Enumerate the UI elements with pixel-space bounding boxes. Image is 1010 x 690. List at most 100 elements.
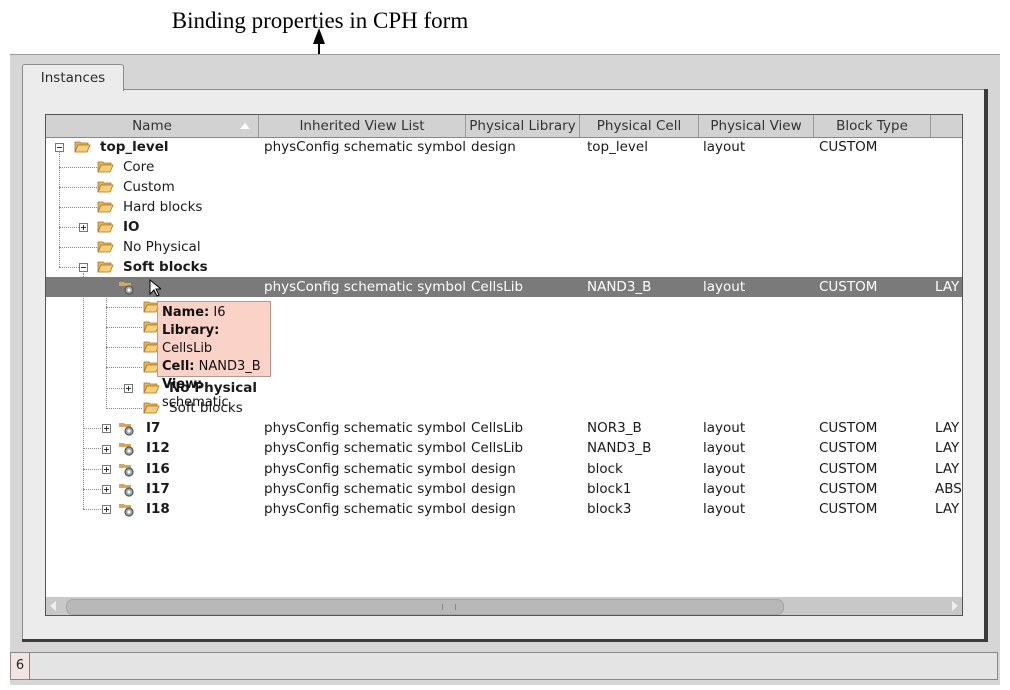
instance-tooltip: Name: I6 Library: CellsLib Cell: NAND3_B…: [157, 301, 271, 410]
table-row[interactable]: I7 physConfig schematic symbol CellsLib …: [46, 418, 962, 438]
row-name: top_level: [100, 139, 169, 155]
row-block-type: CUSTOM: [819, 279, 878, 295]
row-name: No Physical: [123, 239, 201, 255]
table-row-selected[interactable]: physConfig schematic symbol CellsLib NAN…: [46, 277, 962, 297]
row-name: Custom: [123, 179, 175, 195]
horizontal-scrollbar[interactable]: [46, 597, 962, 615]
row-physical-view: layout: [703, 440, 746, 456]
scroll-right-icon[interactable]: [952, 601, 958, 611]
table-row[interactable]: Custom: [46, 177, 962, 197]
row-physical-library: design: [471, 139, 516, 155]
row-view-list: physConfig schematic symbol: [264, 501, 467, 517]
sort-ascending-icon: [240, 123, 250, 129]
row-name: IO: [123, 219, 140, 235]
scrollbar-thumb[interactable]: [66, 599, 784, 615]
row-physical-cell: block1: [587, 481, 632, 497]
instance-gear-icon: [119, 423, 134, 436]
panel-shadow-right: [984, 89, 988, 642]
row-extra: LAY: [935, 501, 960, 517]
row-view-list: physConfig schematic symbol: [264, 279, 467, 295]
row-view-list: physConfig schematic symbol: [264, 440, 467, 456]
open-folder-icon: [97, 261, 114, 273]
column-header-physical-view[interactable]: Physical View: [699, 115, 814, 137]
open-folder-icon: [143, 402, 160, 414]
row-physical-view: layout: [703, 279, 746, 295]
row-name: I18: [146, 501, 170, 517]
row-physical-cell: NAND3_B: [587, 279, 652, 295]
column-header-inherited-view-list[interactable]: Inherited View List: [259, 115, 466, 137]
instance-gear-icon: [119, 464, 134, 477]
row-view-list: physConfig schematic symbol: [264, 461, 467, 477]
row-physical-view: layout: [703, 461, 746, 477]
scroll-left-icon[interactable]: [50, 601, 56, 611]
tab-instances[interactable]: Instances: [22, 64, 124, 91]
column-header-physical-cell[interactable]: Physical Cell: [580, 115, 699, 137]
row-view-list: physConfig schematic symbol: [264, 481, 467, 497]
open-folder-icon: [97, 161, 114, 173]
row-extra: LAY: [935, 279, 960, 295]
table-row[interactable]: top_level physConfig schematic symbol de…: [46, 137, 962, 157]
row-physical-library: CellsLib: [471, 440, 524, 456]
row-physical-library: design: [471, 501, 516, 517]
instance-gear-icon: [119, 484, 134, 497]
instance-gear-icon: [119, 443, 134, 456]
open-folder-icon: [74, 141, 91, 153]
row-physical-library: design: [471, 461, 516, 477]
row-physical-cell: NAND3_B: [587, 440, 652, 456]
table-row[interactable]: IO: [46, 217, 962, 237]
row-name: I7: [146, 420, 161, 436]
column-header-extra[interactable]: [931, 115, 962, 137]
column-header-physical-library[interactable]: Physical Library: [466, 115, 580, 137]
instance-gear-icon: [119, 504, 134, 517]
row-physical-cell: top_level: [587, 139, 648, 155]
row-name: Soft blocks: [123, 259, 208, 275]
row-extra: ABS: [935, 481, 962, 497]
status-bar: 6: [10, 652, 998, 680]
row-physical-library: CellsLib: [471, 279, 524, 295]
column-header-block-type[interactable]: Block Type: [814, 115, 931, 137]
table-row[interactable]: No Physical: [46, 237, 962, 257]
open-folder-icon: [97, 201, 114, 213]
row-block-type: CUSTOM: [819, 139, 878, 155]
open-folder-icon: [143, 382, 160, 394]
row-physical-cell: NOR3_B: [587, 420, 642, 436]
row-extra: LAY: [935, 461, 960, 477]
row-block-type: CUSTOM: [819, 501, 878, 517]
row-physical-view: layout: [703, 420, 746, 436]
row-block-type: CUSTOM: [819, 461, 878, 477]
row-name: I12: [146, 440, 170, 456]
instance-gear-icon: [119, 282, 134, 295]
row-block-type: CUSTOM: [819, 420, 878, 436]
row-block-type: CUSTOM: [819, 481, 878, 497]
table-row[interactable]: I17 physConfig schematic symbol design b…: [46, 479, 962, 499]
row-name: Core: [123, 159, 155, 175]
row-physical-library: design: [471, 481, 516, 497]
table-row[interactable]: Core: [46, 157, 962, 177]
tooltip-cell-line: Cell: NAND3_B: [162, 359, 261, 374]
row-name: I17: [146, 481, 170, 497]
row-physical-view: layout: [703, 481, 746, 497]
tooltip-view-line: View: schematic: [162, 377, 229, 410]
open-folder-icon: [97, 221, 114, 233]
open-folder-icon: [97, 181, 114, 193]
table-header: Name Inherited View List Physical Librar…: [46, 115, 962, 138]
table-row[interactable]: I12 physConfig schematic symbol CellsLib…: [46, 438, 962, 458]
column-header-name[interactable]: Name: [46, 115, 259, 137]
table-row[interactable]: Soft blocks: [46, 257, 962, 277]
row-extra: LAY: [935, 420, 960, 436]
table-row[interactable]: Hard blocks: [46, 197, 962, 217]
row-physical-cell: block3: [587, 501, 632, 517]
tooltip-name-line: Name: I6: [162, 305, 226, 320]
row-block-type: CUSTOM: [819, 440, 878, 456]
table-row[interactable]: I16 physConfig schematic symbol design b…: [46, 459, 962, 479]
row-extra: LAY: [935, 440, 960, 456]
row-name: I16: [146, 461, 170, 477]
grip-icon: [442, 604, 456, 610]
panel-shadow-bottom: [22, 639, 988, 642]
row-physical-cell: block: [587, 461, 623, 477]
row-view-list: physConfig schematic symbol: [264, 139, 467, 155]
tooltip-library-line: Library: CellsLib: [162, 323, 220, 356]
table-row[interactable]: I18 physConfig schematic symbol design b…: [46, 499, 962, 519]
status-number: 6: [11, 653, 30, 679]
row-view-list: physConfig schematic symbol: [264, 420, 467, 436]
